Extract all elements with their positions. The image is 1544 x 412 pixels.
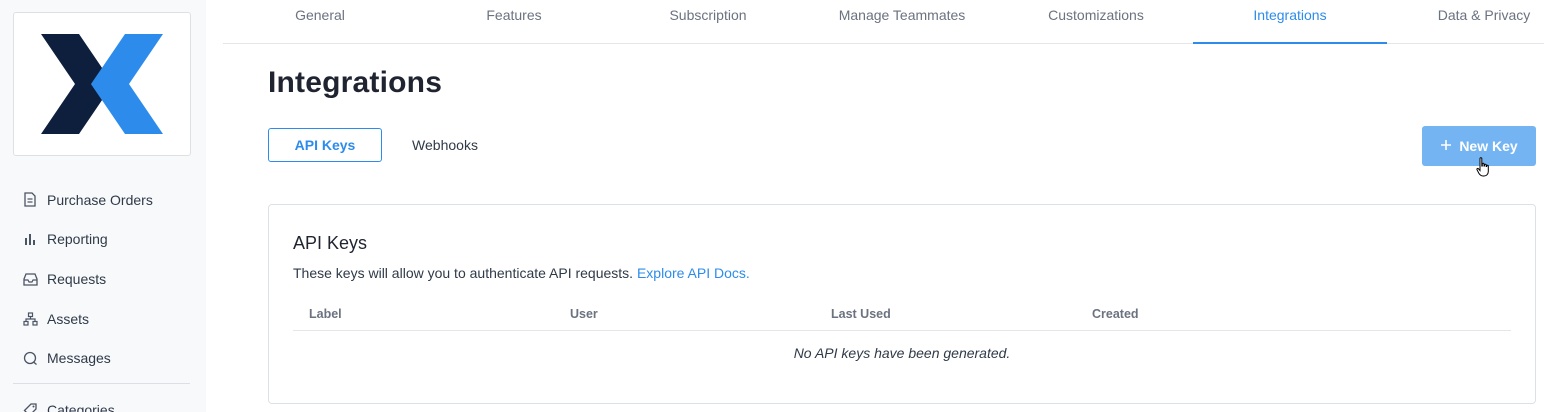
sidebar-item-label: Purchase Orders <box>47 191 153 208</box>
card-description: These keys will allow you to authenticat… <box>293 265 750 281</box>
hand-pointer-icon <box>1476 156 1490 183</box>
tab-integrations[interactable]: Integrations <box>1193 0 1387 44</box>
column-header-created[interactable]: Created <box>1092 307 1139 321</box>
column-header-user[interactable]: User <box>570 307 598 321</box>
description-text: These keys will allow you to authenticat… <box>293 265 634 281</box>
sidebar-item-assets[interactable]: Assets <box>22 299 192 339</box>
tab-features[interactable]: Features <box>417 0 611 44</box>
document-icon <box>22 192 38 208</box>
tab-manage-teammates[interactable]: Manage Teammates <box>805 0 999 44</box>
sidebar-nav: Purchase Orders Reporting Requests Asset… <box>22 180 192 378</box>
sidebar-item-reporting[interactable]: Reporting <box>22 220 192 260</box>
tab-general[interactable]: General <box>223 0 417 44</box>
sidebar-item-messages[interactable]: Messages <box>22 338 192 378</box>
logo-mark-icon <box>41 34 163 134</box>
new-key-label: New Key <box>1459 138 1518 154</box>
chat-icon <box>22 350 38 366</box>
tag-icon <box>22 402 38 412</box>
sidebar-item-label: Assets <box>47 310 90 327</box>
card-title: API Keys <box>293 233 368 253</box>
sidebar-divider <box>13 383 190 384</box>
subtab-webhooks[interactable]: Webhooks <box>400 128 490 162</box>
plus-icon <box>1440 138 1452 154</box>
empty-state-message: No API keys have been generated. <box>793 345 1011 361</box>
sidebar: Purchase Orders Reporting Requests Asset… <box>0 0 206 412</box>
sidebar-item-label: Reporting <box>47 231 108 248</box>
sidebar-item-label: Messages <box>47 350 111 367</box>
tab-data-privacy[interactable]: Data & Privacy <box>1387 0 1544 44</box>
explore-api-docs-link[interactable]: Explore API Docs. <box>637 265 750 281</box>
sidebar-item-purchase-orders[interactable]: Purchase Orders <box>22 180 192 220</box>
hierarchy-icon <box>22 311 38 327</box>
sidebar-item-requests[interactable]: Requests <box>22 259 192 299</box>
api-keys-card: API Keys These keys will allow you to au… <box>268 204 1536 404</box>
tab-subscription[interactable]: Subscription <box>611 0 805 44</box>
sidebar-item-categories[interactable]: Categories <box>22 390 115 412</box>
sidebar-item-label: Requests <box>47 270 107 287</box>
column-header-label[interactable]: Label <box>309 307 342 321</box>
inbox-icon <box>22 271 38 287</box>
settings-tabs: General Features Subscription Manage Tea… <box>223 0 1544 44</box>
table-header: Label User Last Used Created <box>293 303 1511 331</box>
subtab-api-keys[interactable]: API Keys <box>268 128 382 162</box>
column-header-last-used[interactable]: Last Used <box>831 307 891 321</box>
sidebar-item-label: Categories <box>47 401 115 412</box>
tab-customizations[interactable]: Customizations <box>999 0 1193 44</box>
page-title: Integrations <box>268 66 443 99</box>
bar-chart-icon <box>22 231 38 247</box>
company-logo[interactable] <box>13 12 191 156</box>
